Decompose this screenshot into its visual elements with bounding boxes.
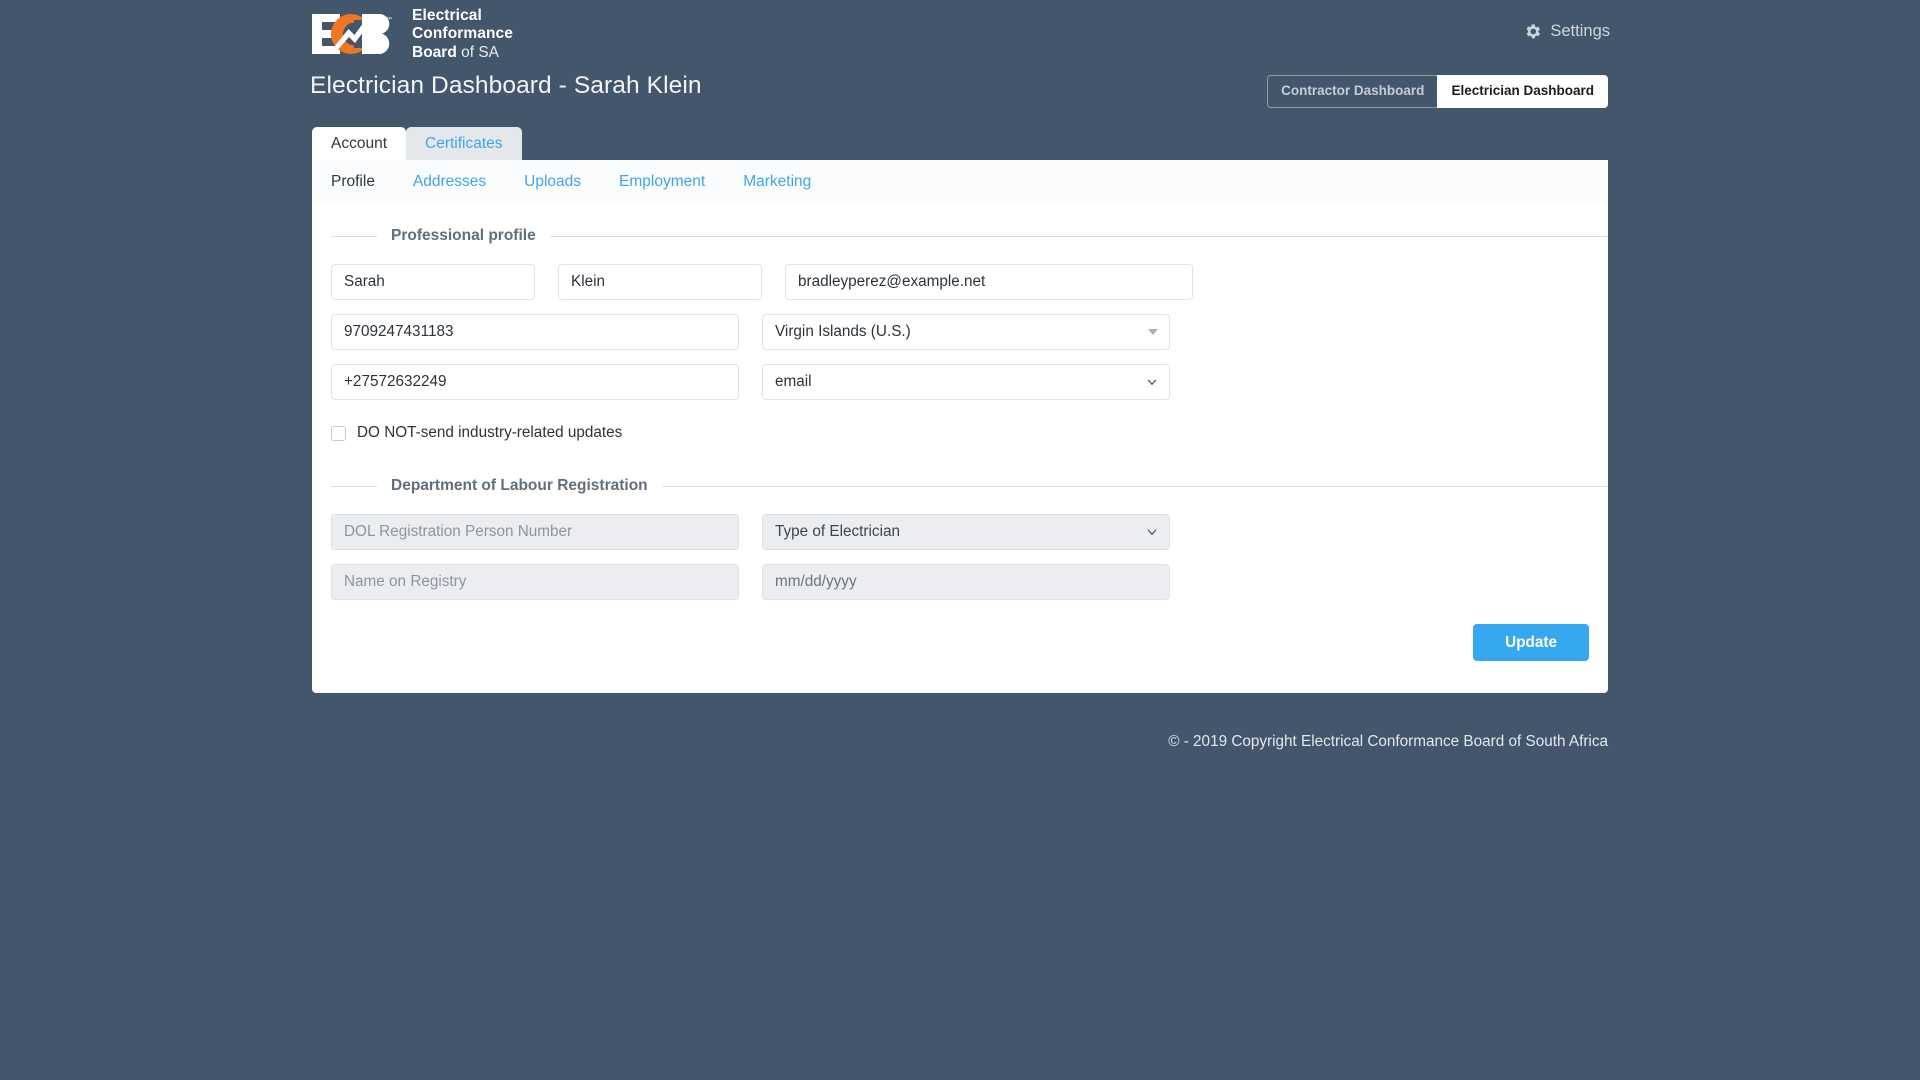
gear-icon xyxy=(1526,24,1541,39)
registry-date-input[interactable]: mm/dd/yyyy xyxy=(762,564,1170,600)
top-bar: ™ Electrical Conformance Board of SA Set… xyxy=(0,0,1920,72)
update-button[interactable]: Update xyxy=(1473,624,1589,662)
brand-line-3-bold: Board xyxy=(412,43,457,61)
brand-logo[interactable]: ™ Electrical Conformance Board of SA xyxy=(310,7,513,62)
contact-preference-field: email xyxy=(762,364,1170,400)
country-field: Virgin Islands (U.S.) xyxy=(762,314,1170,350)
phone-field: +27572632249 xyxy=(331,364,739,400)
professional-profile-legend-row: Professional profile xyxy=(312,222,1608,250)
electrician-dashboard-button[interactable]: Electrician Dashboard xyxy=(1437,75,1608,108)
dol-registration-grid: DOL Registration Person Number Type of E… xyxy=(312,500,1608,600)
brand-wordmark: Electrical Conformance Board of SA xyxy=(412,7,513,62)
professional-profile-grid: Sarah Klein bradleyperez@example.net 970… xyxy=(312,250,1608,400)
brand-line-3-light: of SA xyxy=(456,43,500,61)
email-field: bradleyperez@example.net xyxy=(785,264,1193,300)
registry-date-field: mm/dd/yyyy xyxy=(762,564,1170,600)
dol-registration-fieldset: Department of Labour Registration DOL Re… xyxy=(312,472,1608,600)
electrician-type-select[interactable]: Type of Electrician xyxy=(762,514,1170,550)
footer: © - 2019 Copyright Electrical Conformanc… xyxy=(0,733,1920,751)
electrician-type-field: Type of Electrician xyxy=(762,514,1170,550)
account-subtabs: Profile Addresses Uploads Employment Mar… xyxy=(312,160,1608,204)
contact-preference-value: email xyxy=(762,364,1170,400)
electrician-type-value: Type of Electrician xyxy=(762,514,1170,550)
name-on-registry-input[interactable]: Name on Registry xyxy=(331,564,739,600)
form-actions: Update xyxy=(312,614,1608,683)
subtab-employment[interactable]: Employment xyxy=(600,160,724,204)
professional-profile-fieldset: Professional profile Sarah Klein bradley… xyxy=(312,222,1608,442)
page-header: Electrician Dashboard - Sarah Klein Cont… xyxy=(0,72,1920,120)
form-row-id-country: 9709247431183 Virgin Islands (U.S.) xyxy=(331,314,1589,350)
opt-out-checkbox[interactable] xyxy=(331,425,346,441)
dol-legend-rule-right xyxy=(661,485,1608,487)
dol-person-number-input[interactable]: DOL Registration Person Number xyxy=(331,514,739,550)
subtab-addresses[interactable]: Addresses xyxy=(394,160,505,204)
copyright-text: © - 2019 Copyright Electrical Conformanc… xyxy=(1168,733,1608,750)
subtab-uploads[interactable]: Uploads xyxy=(505,160,600,204)
chevron-down-icon xyxy=(1147,529,1157,535)
tab-account[interactable]: Account xyxy=(312,126,407,160)
primary-tabs: Account Certificates xyxy=(312,124,1608,160)
brand-line-1: Electrical xyxy=(412,7,482,24)
dol-registration-legend: Department of Labour Registration xyxy=(391,477,648,494)
form-row-name-email: Sarah Klein bradleyperez@example.net xyxy=(331,264,1589,300)
brand-line-3: Board of SA xyxy=(412,44,513,62)
country-select-value: Virgin Islands (U.S.) xyxy=(762,314,1170,350)
professional-profile-legend: Professional profile xyxy=(391,227,536,244)
email-input[interactable]: bradleyperez@example.net xyxy=(785,264,1193,300)
country-select[interactable]: Virgin Islands (U.S.) xyxy=(762,314,1170,350)
subtab-profile[interactable]: Profile xyxy=(312,160,394,204)
chevron-down-icon xyxy=(1147,379,1157,385)
legend-rule-left xyxy=(331,235,377,237)
subtab-marketing[interactable]: Marketing xyxy=(724,160,830,204)
svg-text:™: ™ xyxy=(386,16,392,23)
first-name-field: Sarah xyxy=(331,264,535,300)
form-row-registry-name-date: Name on Registry mm/dd/yyyy xyxy=(331,564,1589,600)
account-card: Profile Addresses Uploads Employment Mar… xyxy=(312,160,1608,694)
phone-input[interactable]: +27572632249 xyxy=(331,364,739,400)
last-name-input[interactable]: Klein xyxy=(558,264,762,300)
triangle-down-icon xyxy=(1148,329,1158,335)
dol-legend-row: Department of Labour Registration xyxy=(312,472,1608,500)
id-number-field: 9709247431183 xyxy=(331,314,739,350)
name-on-registry-field: Name on Registry xyxy=(331,564,739,600)
opt-out-label: DO NOT-send industry-related updates xyxy=(357,424,623,441)
brand-line-2: Conformance xyxy=(412,25,514,43)
app-root: ™ Electrical Conformance Board of SA Set… xyxy=(0,0,1920,1080)
settings-button[interactable]: Settings xyxy=(1523,22,1610,41)
main-panel: Account Certificates Profile Addresses U… xyxy=(312,124,1608,694)
first-name-input[interactable]: Sarah xyxy=(331,264,535,300)
dol-legend-rule-left xyxy=(331,485,377,487)
id-number-input[interactable]: 9709247431183 xyxy=(331,314,739,350)
form-row-dol-number-type: DOL Registration Person Number Type of E… xyxy=(331,514,1589,550)
tab-certificates[interactable]: Certificates xyxy=(406,126,522,160)
last-name-field: Klein xyxy=(558,264,762,300)
page-title: Electrician Dashboard - Sarah Klein xyxy=(310,72,702,99)
dashboard-toggle-group: Contractor Dashboard Electrician Dashboa… xyxy=(1267,75,1608,108)
contractor-dashboard-button[interactable]: Contractor Dashboard xyxy=(1267,75,1438,108)
form-row-phone-contact: +27572632249 email xyxy=(331,364,1589,400)
legend-rule-right xyxy=(549,235,1608,237)
contact-preference-select[interactable]: email xyxy=(762,364,1170,400)
profile-form: Professional profile Sarah Klein bradley… xyxy=(312,204,1608,683)
dol-person-number-field: DOL Registration Person Number xyxy=(331,514,739,550)
settings-label: Settings xyxy=(1550,22,1610,40)
ecb-logo-icon: ™ xyxy=(310,11,398,57)
opt-out-row: DO NOT-send industry-related updates xyxy=(312,414,1608,442)
